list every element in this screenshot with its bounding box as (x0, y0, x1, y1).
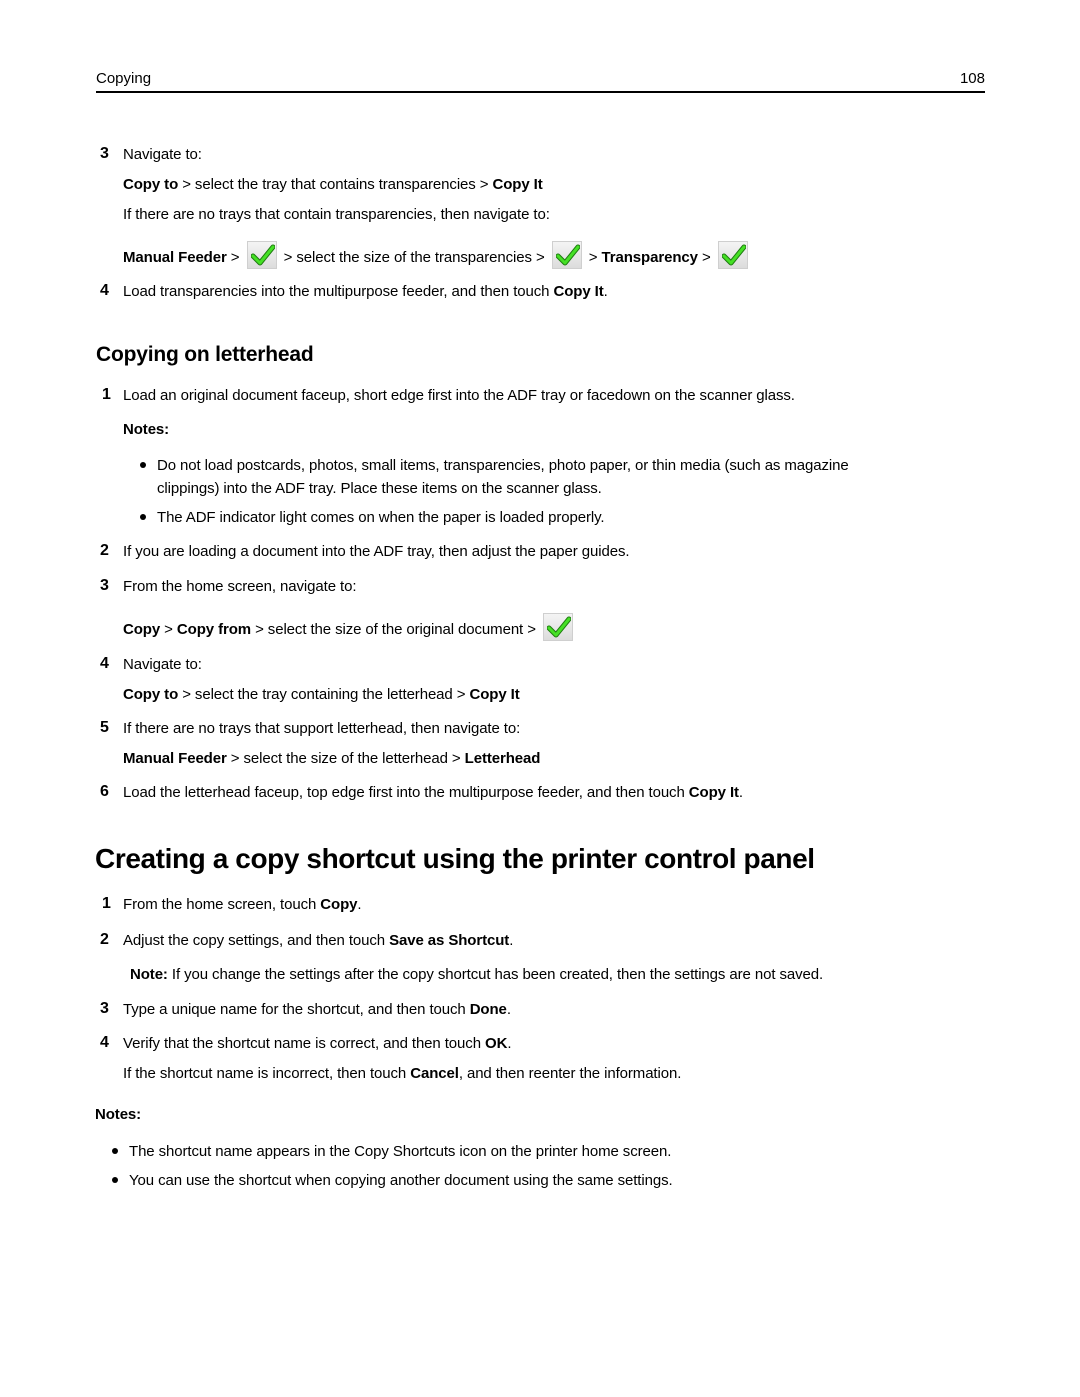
page-number: 108 (959, 70, 985, 87)
note-text: The ADF indicator light comes on when th… (157, 509, 605, 526)
check-mark-icon (551, 241, 582, 269)
check-mark-icon (717, 241, 748, 269)
step-text: If there are no trays that support lette… (123, 720, 521, 737)
notes-label: Notes: (123, 421, 170, 438)
step-text: Load transparencies into the multipurpos… (123, 283, 608, 300)
bullet-icon (140, 514, 146, 520)
note-text: You can use the shortcut when copying an… (129, 1172, 673, 1189)
path-item: Copy to (123, 176, 179, 193)
note-text: The shortcut name appears in the Copy Sh… (129, 1143, 672, 1160)
bullet-icon (112, 1177, 118, 1183)
step-number: 1 (102, 386, 111, 403)
step-text: If there are no trays that contain trans… (123, 206, 550, 223)
check-mark-icon (542, 613, 573, 641)
menu-path: Manual Feeder > > select the size of the… (123, 241, 751, 272)
note-text: clippings) into the ADF tray. Place thes… (157, 480, 602, 497)
bullet-icon (140, 462, 146, 468)
chapter-heading: Creating a copy shortcut using the print… (95, 843, 815, 874)
step-text: From the home screen, navigate to: (123, 578, 357, 595)
step-text: If you are loading a document into the A… (123, 543, 630, 560)
check-mark-icon (246, 241, 277, 269)
step-number: 4 (100, 282, 109, 299)
menu-path: Copy to > select the tray that contains … (123, 176, 543, 193)
step-text: Navigate to: (123, 146, 202, 163)
note-label: Note: (130, 966, 168, 983)
step-number: 6 (100, 783, 109, 800)
step-text: If the shortcut name is incorrect, then … (123, 1065, 682, 1082)
step-text: Type a unique name for the shortcut, and… (123, 1001, 511, 1018)
menu-path: Copy to > select the tray containing the… (123, 686, 520, 703)
step-number: 3 (100, 577, 109, 594)
step-number: 4 (100, 1034, 109, 1051)
step-number: 3 (100, 145, 109, 162)
note-text: Note: If you change the settings after t… (130, 966, 824, 983)
step-number: 2 (100, 542, 109, 559)
step-text: Load an original document faceup, short … (123, 387, 795, 404)
step-text: From the home screen, touch Copy. (123, 896, 362, 913)
menu-path: Manual Feeder > select the size of the l… (123, 750, 541, 767)
menu-path: Copy > Copy from > select the size of th… (123, 613, 576, 644)
step-number: 3 (100, 1000, 109, 1017)
section-heading: Copying on letterhead (96, 343, 314, 366)
path-item: Copy It (492, 176, 543, 193)
step-number: 2 (100, 931, 109, 948)
step-number: 1 (102, 895, 111, 912)
step-text: Adjust the copy settings, and then touch… (123, 932, 514, 949)
notes-label: Notes: (95, 1106, 142, 1123)
step-number: 4 (100, 655, 109, 672)
header-rule (96, 91, 985, 93)
bullet-icon (112, 1148, 118, 1154)
step-text: Navigate to: (123, 656, 202, 673)
step-text: Load the letterhead faceup, top edge fir… (123, 784, 743, 801)
step-number: 5 (100, 719, 109, 736)
running-header-section: Copying (96, 70, 152, 87)
note-text: Do not load postcards, photos, small ite… (157, 457, 849, 474)
step-text: Verify that the shortcut name is correct… (123, 1035, 512, 1052)
